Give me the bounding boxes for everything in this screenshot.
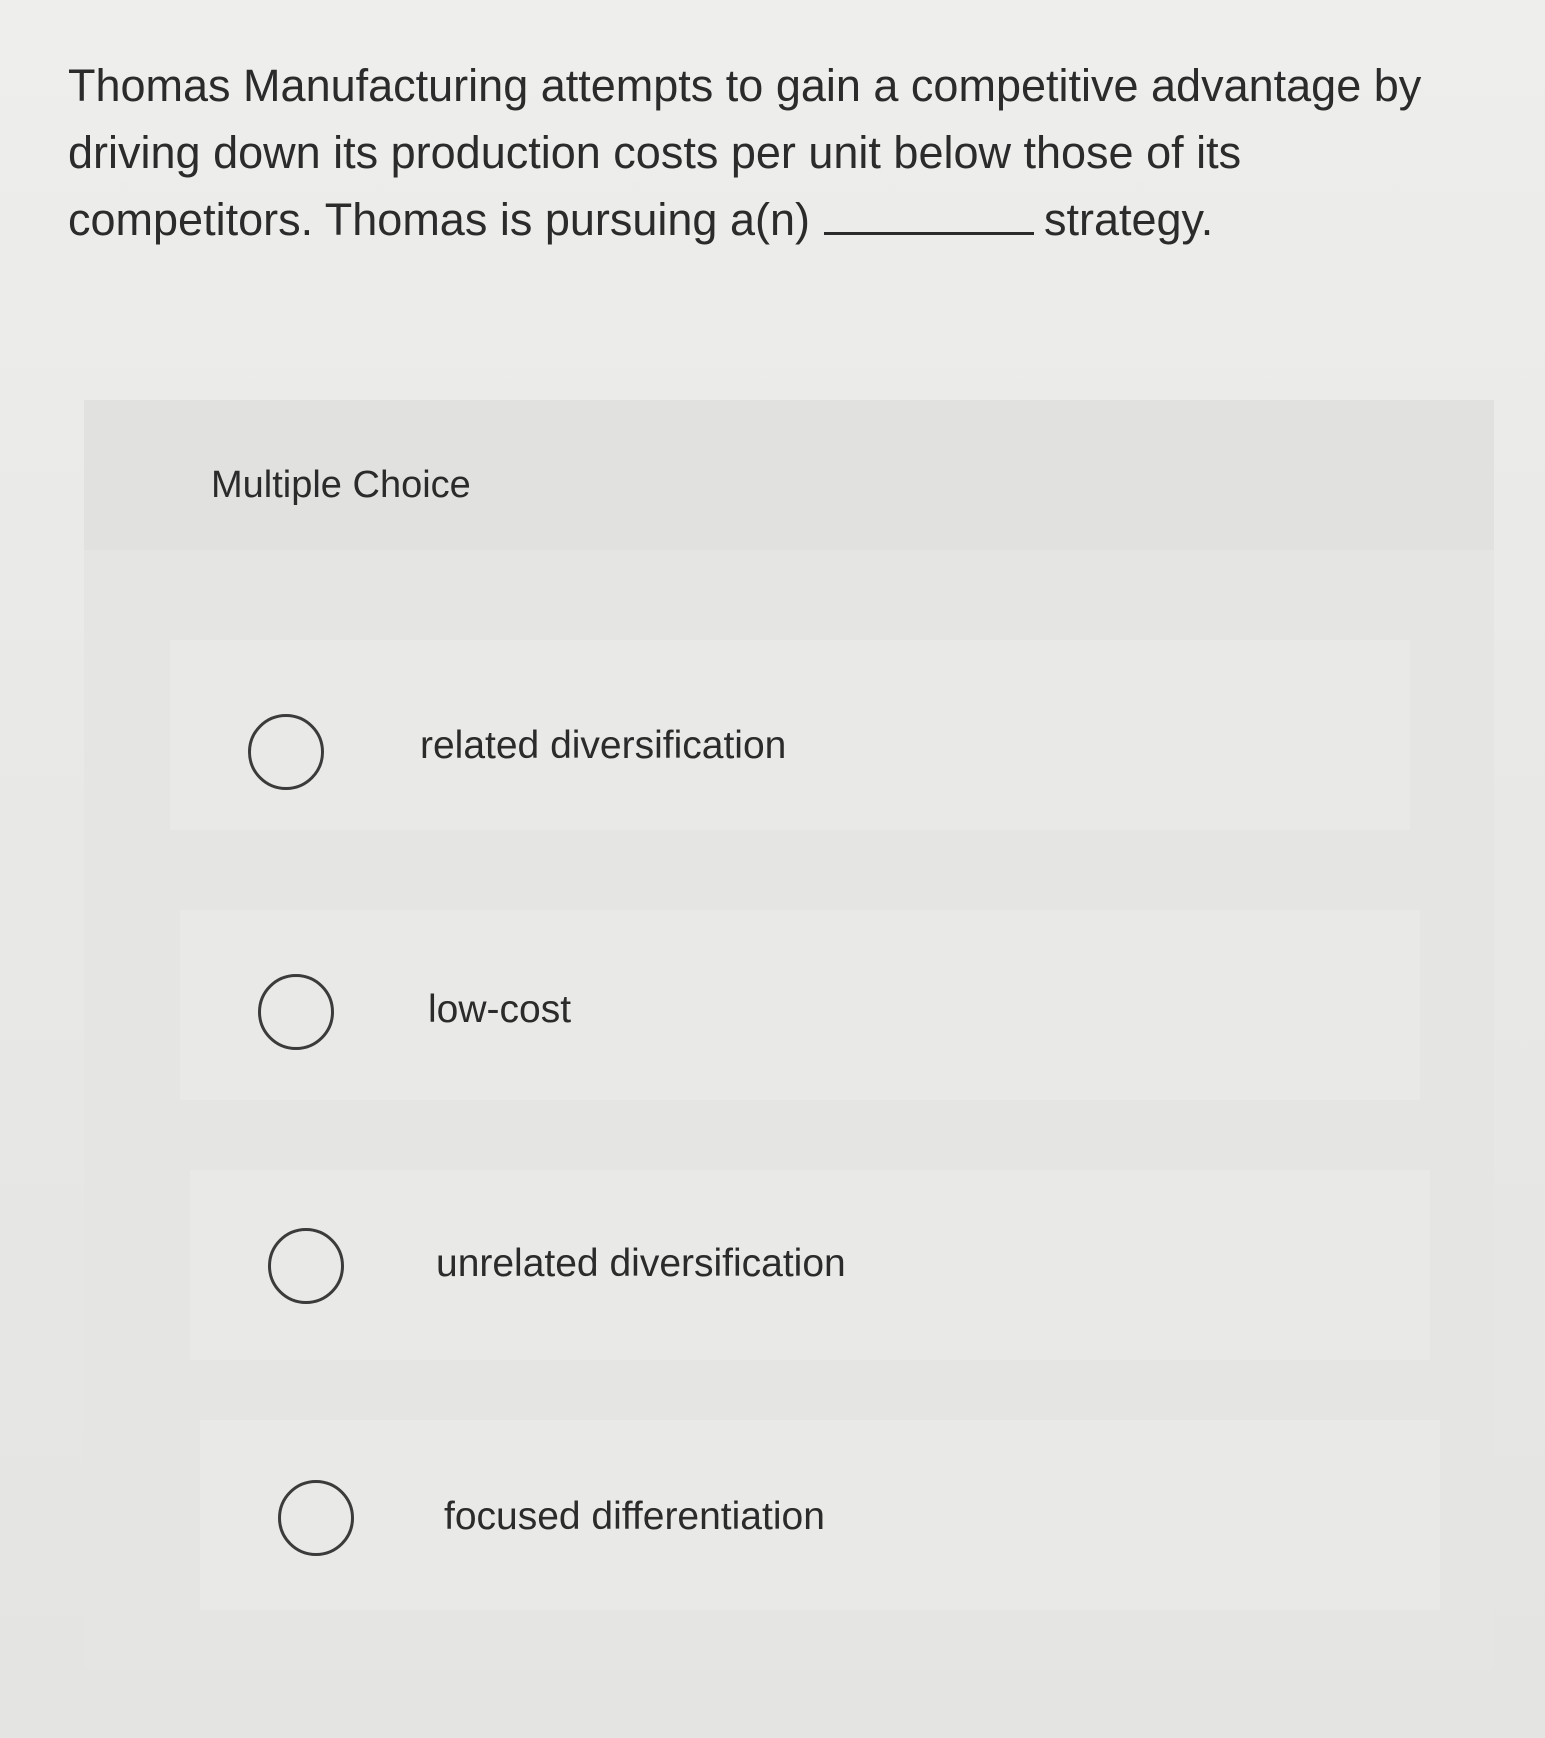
option-related-diversification[interactable]: [170, 640, 1410, 830]
option-label: related diversification: [420, 724, 787, 767]
radio-related-diversification[interactable]: [248, 714, 324, 790]
radio-unrelated-diversification[interactable]: [268, 1228, 344, 1304]
multiple-choice-title: Multiple Choice: [211, 464, 471, 506]
multiple-choice-header: Multiple Choice: [84, 400, 1494, 550]
option-label: focused differentiation: [444, 1495, 825, 1538]
question-text-after: strategy.: [1043, 194, 1214, 245]
option-label: low-cost: [428, 988, 572, 1031]
radio-focused-differentiation[interactable]: [278, 1480, 354, 1556]
question-text: Thomas Manufacturing attempts to gain a …: [68, 52, 1488, 253]
radio-low-cost[interactable]: [258, 974, 334, 1050]
option-low-cost[interactable]: [180, 910, 1420, 1100]
question-text-before: Thomas Manufacturing attempts to gain a …: [68, 60, 1422, 245]
option-label: unrelated diversification: [436, 1242, 846, 1285]
answer-blank: [823, 212, 1034, 235]
